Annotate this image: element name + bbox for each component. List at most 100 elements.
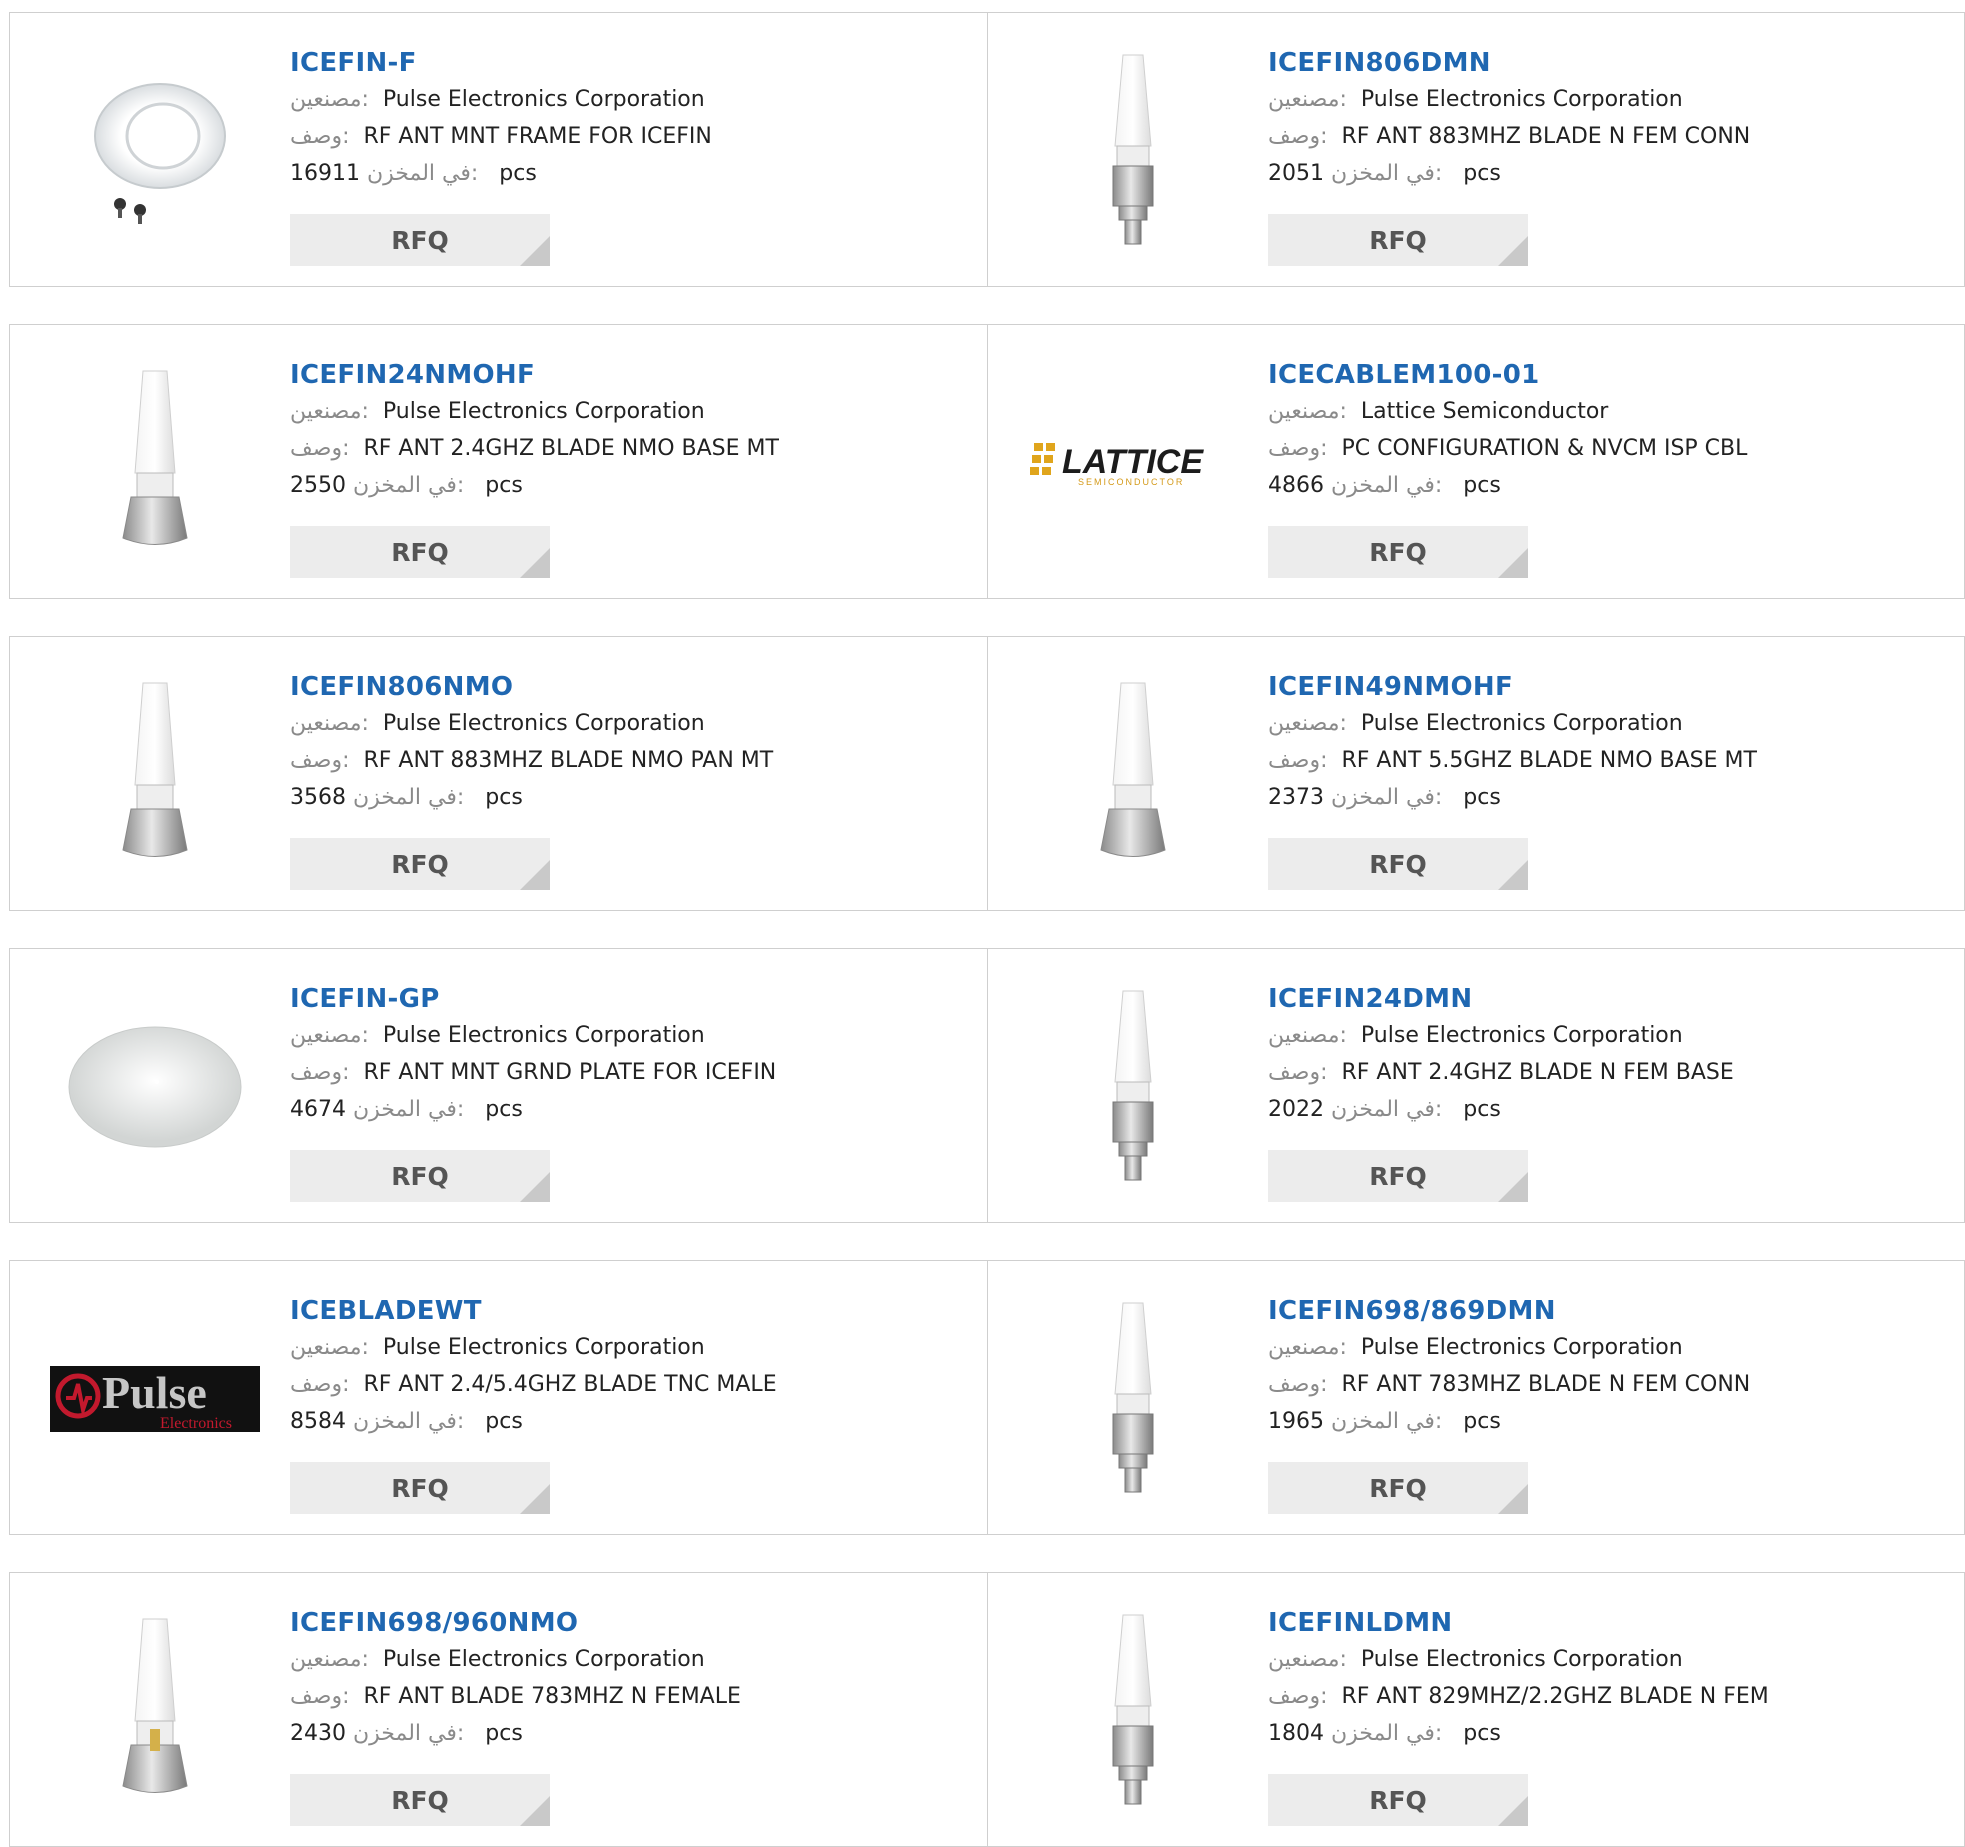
product-row: ICEFIN806NMO مصنعين: Pulse Electronics C… xyxy=(9,636,1965,911)
product-info: ICEFIN698/960NMO مصنعين: Pulse Electroni… xyxy=(290,1605,741,1752)
part-number-link[interactable]: ICEFINLDMN xyxy=(1268,1605,1769,1641)
manufacturer-label: مصنعين: xyxy=(290,1647,369,1672)
description-line: وصف: RF ANT 5.5GHZ BLADE NMO BASE MT xyxy=(1268,742,1757,779)
stock-unit: pcs xyxy=(485,1721,523,1746)
product-card: ICEFIN-GP مصنعين: Pulse Electronics Corp… xyxy=(10,949,987,1222)
description-line: وصف: RF ANT 829MHZ/2.2GHZ BLADE N FEM xyxy=(1268,1678,1769,1715)
product-image-blade-antenna-nmo[interactable] xyxy=(1018,667,1248,882)
product-row: ICEFIN698/960NMO مصنعين: Pulse Electroni… xyxy=(9,1572,1965,1847)
product-image-blade-antenna-nmo[interactable] xyxy=(40,667,270,882)
rfq-button[interactable]: RFQ xyxy=(1268,214,1528,266)
stock-unit: pcs xyxy=(1463,1097,1501,1122)
rfq-button[interactable]: RFQ xyxy=(290,526,550,578)
corner-triangle-icon xyxy=(520,548,550,578)
stock-label: في المخزن: xyxy=(1331,161,1443,186)
manufacturer-line: مصنعين: Pulse Electronics Corporation xyxy=(290,1017,776,1054)
product-card: ICEFIN24DMN مصنعين: Pulse Electronics Co… xyxy=(987,949,1964,1222)
rfq-button[interactable]: RFQ xyxy=(1268,838,1528,890)
rfq-button[interactable]: RFQ xyxy=(290,838,550,890)
product-image-blade-antenna-n-connector[interactable] xyxy=(1018,1603,1248,1818)
product-image-pulse-logo[interactable]: Pulse Electronics xyxy=(40,1291,270,1506)
stock-unit: pcs xyxy=(485,473,523,498)
stock-label: في المخزن: xyxy=(1331,1409,1443,1434)
part-number-link[interactable]: ICEFIN806NMO xyxy=(290,669,773,705)
product-image-lattice-logo[interactable]: LATTICE SEMICONDUCTOR xyxy=(1018,355,1248,570)
description-label: وصف: xyxy=(1268,436,1328,461)
stock-value: 2022 xyxy=(1268,1097,1324,1122)
svg-text:Pulse: Pulse xyxy=(102,1367,207,1418)
part-number-link[interactable]: ICEFIN24NMOHF xyxy=(290,357,779,393)
product-info: ICEBLADEWT مصنعين: Pulse Electronics Cor… xyxy=(290,1293,777,1440)
stock-line: 4866 في المخزن: pcs xyxy=(1268,467,1747,504)
rfq-button[interactable]: RFQ xyxy=(290,1150,550,1202)
product-image-blade-antenna-n-connector[interactable] xyxy=(1018,43,1248,258)
description-value: PC CONFIGURATION & NVCM ISP CBL xyxy=(1341,436,1748,461)
product-image-ground-plate[interactable] xyxy=(40,979,270,1194)
stock-line: 1965 في المخزن: pcs xyxy=(1268,1403,1750,1440)
product-image-mounting-frame[interactable] xyxy=(40,43,270,258)
manufacturer-value: Pulse Electronics Corporation xyxy=(1360,1647,1683,1672)
stock-value: 1804 xyxy=(1268,1721,1324,1746)
stock-line: 8584 في المخزن: pcs xyxy=(290,1403,777,1440)
stock-unit: pcs xyxy=(1463,1409,1501,1434)
manufacturer-line: مصنعين: Lattice Semiconductor xyxy=(1268,393,1747,430)
manufacturer-value: Pulse Electronics Corporation xyxy=(382,1023,705,1048)
part-number-link[interactable]: ICEFIN698/960NMO xyxy=(290,1605,741,1641)
rfq-label: RFQ xyxy=(1369,537,1427,567)
rfq-button[interactable]: RFQ xyxy=(290,214,550,266)
rfq-button[interactable]: RFQ xyxy=(290,1462,550,1514)
description-label: وصف: xyxy=(290,748,350,773)
part-number-link[interactable]: ICECABLEM100-01 xyxy=(1268,357,1747,393)
stock-line: 2051 في المخزن: pcs xyxy=(1268,155,1750,192)
rfq-button[interactable]: RFQ xyxy=(290,1774,550,1826)
rfq-label: RFQ xyxy=(391,537,449,567)
rfq-label: RFQ xyxy=(1369,1161,1427,1191)
part-number-link[interactable]: ICEFIN24DMN xyxy=(1268,981,1734,1017)
description-value: RF ANT 883MHZ BLADE N FEM CONN xyxy=(1341,124,1751,149)
stock-unit: pcs xyxy=(1463,1721,1501,1746)
rfq-button[interactable]: RFQ xyxy=(1268,1150,1528,1202)
stock-label: في المخزن: xyxy=(353,1409,465,1434)
manufacturer-line: مصنعين: Pulse Electronics Corporation xyxy=(1268,705,1757,742)
manufacturer-label: مصنعين: xyxy=(290,399,369,424)
product-image-blade-antenna-nmo[interactable] xyxy=(40,355,270,570)
product-image-blade-antenna-nmo-pin[interactable] xyxy=(40,1603,270,1818)
rfq-button[interactable]: RFQ xyxy=(1268,526,1528,578)
stock-label: في المخزن: xyxy=(1331,1721,1443,1746)
part-number-link[interactable]: ICEFIN-F xyxy=(290,45,712,81)
stock-label: في المخزن: xyxy=(353,785,465,810)
stock-unit: pcs xyxy=(499,161,537,186)
product-card: ICEFIN806DMN مصنعين: Pulse Electronics C… xyxy=(987,13,1964,286)
corner-triangle-icon xyxy=(520,1172,550,1202)
product-image-blade-antenna-n-connector[interactable] xyxy=(1018,1291,1248,1506)
manufacturer-value: Pulse Electronics Corporation xyxy=(382,1335,705,1360)
manufacturer-value: Pulse Electronics Corporation xyxy=(382,711,705,736)
stock-value: 2430 xyxy=(290,1721,346,1746)
corner-triangle-icon xyxy=(520,860,550,890)
rfq-label: RFQ xyxy=(391,1161,449,1191)
rfq-button[interactable]: RFQ xyxy=(1268,1462,1528,1514)
stock-line: 1804 في المخزن: pcs xyxy=(1268,1715,1769,1752)
corner-triangle-icon xyxy=(1498,1796,1528,1826)
description-value: RF ANT 883MHZ BLADE NMO PAN MT xyxy=(363,748,774,773)
description-line: وصف: RF ANT MNT FRAME FOR ICEFIN xyxy=(290,118,712,155)
product-info: ICEFINLDMN مصنعين: Pulse Electronics Cor… xyxy=(1268,1605,1769,1752)
part-number-link[interactable]: ICEFIN698/869DMN xyxy=(1268,1293,1750,1329)
product-info: ICEFIN-F مصنعين: Pulse Electronics Corpo… xyxy=(290,45,712,192)
description-label: وصف: xyxy=(1268,124,1328,149)
stock-value: 3568 xyxy=(290,785,346,810)
part-number-link[interactable]: ICEFIN-GP xyxy=(290,981,776,1017)
manufacturer-label: مصنعين: xyxy=(290,87,369,112)
stock-line: 2373 في المخزن: pcs xyxy=(1268,779,1757,816)
manufacturer-label: مصنعين: xyxy=(1268,1335,1347,1360)
product-info: ICEFIN49NMOHF مصنعين: Pulse Electronics … xyxy=(1268,669,1757,816)
description-label: وصف: xyxy=(290,124,350,149)
rfq-button[interactable]: RFQ xyxy=(1268,1774,1528,1826)
part-number-link[interactable]: ICEFIN49NMOHF xyxy=(1268,669,1757,705)
manufacturer-line: مصنعين: Pulse Electronics Corporation xyxy=(290,705,773,742)
part-number-link[interactable]: ICEBLADEWT xyxy=(290,1293,777,1329)
manufacturer-value: Lattice Semiconductor xyxy=(1360,399,1609,424)
part-number-link[interactable]: ICEFIN806DMN xyxy=(1268,45,1750,81)
manufacturer-value: Pulse Electronics Corporation xyxy=(382,399,705,424)
product-image-blade-antenna-n-connector[interactable] xyxy=(1018,979,1248,1194)
